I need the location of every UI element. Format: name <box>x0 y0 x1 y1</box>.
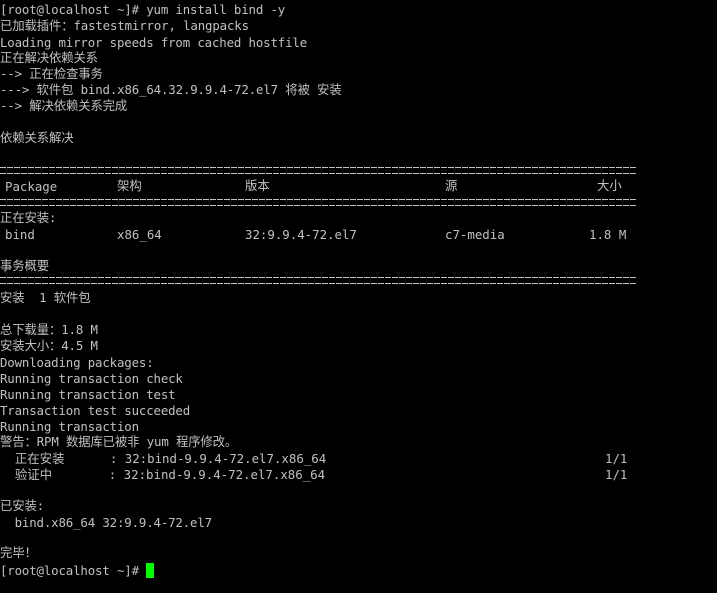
output-line: Loading mirror speeds from cached hostfi… <box>0 35 308 50</box>
output-line: 总下载量：1.8 M <box>0 322 98 337</box>
output-line: 正在解决依赖关系 <box>0 50 98 65</box>
progress-count: 1/1 <box>605 467 628 482</box>
text-cursor <box>146 563 155 578</box>
prompt: [root@localhost ~]# <box>0 563 147 578</box>
section-label: 已安装: <box>0 498 45 513</box>
column-header-arch: 架构 <box>117 178 142 193</box>
output-line: Transaction test succeeded <box>0 403 191 418</box>
output-line: bind.x86_64 32:9.9.4-72.el7 <box>0 515 213 530</box>
output-line: Running transaction <box>0 419 139 434</box>
progress-package: : 32:bind-9.9.4-72.el7.x86_64 <box>64 467 326 482</box>
package-arch: x86_64 <box>117 227 162 242</box>
progress-package: : 32:bind-9.9.4-72.el7.x86_64 <box>80 451 327 466</box>
output-line: --> 解决依赖关系完成 <box>0 98 128 113</box>
output-line: Downloading packages: <box>0 355 154 370</box>
column-header-package: Package <box>5 179 58 194</box>
output-line: 依赖关系解决 <box>0 130 74 145</box>
table-divider <box>0 277 637 284</box>
progress-count: 1/1 <box>605 451 628 466</box>
warning-line: 警告：RPM 数据库已被非 yum 程序修改。 <box>0 434 238 449</box>
output-line: 已加载插件：fastestmirror, langpacks <box>0 18 249 33</box>
package-name: bind <box>5 227 35 242</box>
package-size: 1.8 M <box>589 227 627 242</box>
column-header-size: 大小 <box>597 178 622 193</box>
section-label: 正在安装: <box>0 210 57 225</box>
column-header-version: 版本 <box>245 178 270 193</box>
table-divider <box>0 199 637 206</box>
progress-label: 验证中 <box>0 467 53 482</box>
table-divider <box>0 167 637 174</box>
output-line: 安装大小：4.5 M <box>0 338 98 353</box>
terminal-window[interactable]: [root@localhost ~]# yum install bind -y … <box>0 0 717 593</box>
output-line: Running transaction check <box>0 371 183 386</box>
output-line: ---> 软件包 bind.x86_64.32.9.9.4-72.el7 将被 … <box>0 82 342 97</box>
output-line: Running transaction test <box>0 387 176 402</box>
output-line: 安装 1 软件包 <box>0 290 91 305</box>
output-line: --> 正在检查事务 <box>0 66 103 81</box>
command-line: [root@localhost ~]# yum install bind -y <box>0 2 286 17</box>
section-label: 事务概要 <box>0 258 49 273</box>
prompt-line[interactable]: [root@localhost ~]# <box>0 563 155 579</box>
package-version: 32:9.9.4-72.el7 <box>245 227 357 242</box>
progress-label: 正在安装 <box>0 451 65 466</box>
package-repo: c7-media <box>445 227 505 242</box>
column-header-repo: 源 <box>445 178 458 193</box>
output-line: 完毕！ <box>0 545 37 560</box>
